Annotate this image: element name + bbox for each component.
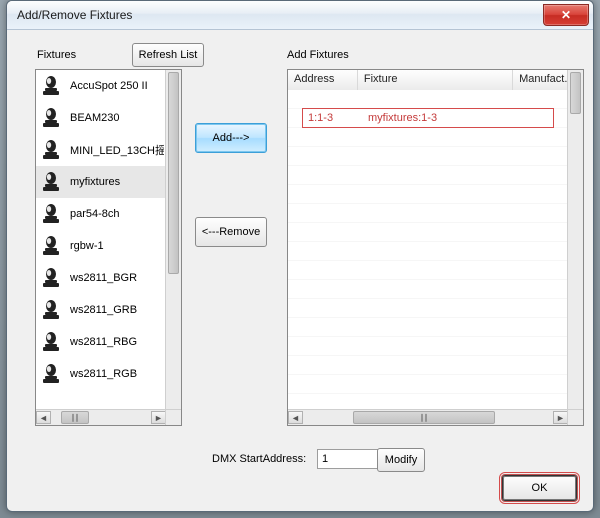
ok-button[interactable]: OK: [502, 475, 577, 501]
list-item[interactable]: ws2811_GRB: [36, 294, 166, 326]
window-title: Add/Remove Fixtures: [17, 8, 543, 22]
list-item-label: ws2811_BGR: [70, 272, 137, 284]
list-item[interactable]: par54-8ch: [36, 198, 166, 230]
list-item-label: AccuSpot 250 II: [70, 80, 148, 92]
dialog-add-remove-fixtures: Add/Remove Fixtures ✕ Fixtures Refresh L…: [6, 0, 594, 512]
fixtures-listbox[interactable]: AccuSpot 250 II BEAM230 MINI_LED_13CH摇头myf…: [35, 69, 182, 426]
scrollbar-thumb[interactable]: [168, 72, 179, 274]
list-item-label: ws2811_RGB: [70, 368, 137, 380]
list-item-label: rgbw-1: [70, 240, 104, 252]
list-item-label: ws2811_GRB: [70, 304, 137, 316]
list-item-label: myfixtures: [70, 176, 120, 188]
scrollbar-thumb[interactable]: ∥∥: [353, 411, 495, 424]
list-item[interactable]: AccuSpot 250 II: [36, 70, 166, 102]
scrollbar-thumb[interactable]: [570, 72, 581, 114]
close-icon: ✕: [561, 8, 571, 22]
table-row[interactable]: 1:1-3myfixtures:1-3: [302, 108, 554, 128]
scroll-right-icon[interactable]: ►: [151, 411, 166, 424]
add-fixtures-label: Add Fixtures: [287, 49, 349, 61]
list-item-label: MINI_LED_13CH摇头: [70, 142, 164, 158]
close-button[interactable]: ✕: [543, 4, 589, 26]
list-item[interactable]: rgbw-1: [36, 230, 166, 262]
scrollbar-thumb[interactable]: ∥∥: [61, 411, 89, 424]
list-item[interactable]: ws2811_RBG: [36, 326, 166, 358]
fixture-icon: [39, 74, 63, 98]
titlebar: Add/Remove Fixtures ✕: [7, 1, 593, 30]
scroll-corner: [567, 409, 583, 425]
fixture-icon: [39, 138, 63, 162]
fixture-icon: [38, 361, 64, 387]
list-item[interactable]: ws2811_RGB: [36, 358, 166, 390]
scroll-right-icon[interactable]: ►: [553, 411, 568, 424]
grid-horizontal-scrollbar[interactable]: ◄ ∥∥ ►: [288, 409, 568, 425]
column-header[interactable]: Address: [288, 70, 358, 90]
table-cell: myfixtures:1-3: [362, 112, 494, 124]
table-cell: 1:1-3: [302, 112, 362, 124]
fixture-icon: [38, 105, 64, 131]
grid-vertical-scrollbar[interactable]: [567, 70, 583, 410]
fixture-icon: [39, 234, 63, 258]
remove-button[interactable]: <---Remove: [195, 217, 267, 247]
list-item[interactable]: ws2811_BGR: [36, 262, 166, 294]
fixture-icon: [38, 73, 64, 99]
add-button[interactable]: Add--->: [195, 123, 267, 153]
fixtures-label: Fixtures: [37, 49, 76, 61]
fixture-icon: [38, 137, 64, 163]
list-item[interactable]: myfixtures: [36, 166, 166, 198]
fixture-icon: [38, 201, 64, 227]
refresh-list-button[interactable]: Refresh List: [132, 43, 204, 67]
fixture-icon: [39, 202, 63, 226]
fixture-icon: [38, 329, 64, 355]
list-item[interactable]: BEAM230: [36, 102, 166, 134]
scroll-left-icon[interactable]: ◄: [36, 411, 51, 424]
add-fixtures-grid[interactable]: AddressFixtureManufact... 1:1-3myfixture…: [287, 69, 584, 426]
grid-header: AddressFixtureManufact...: [288, 70, 583, 91]
fixture-icon: [38, 265, 64, 291]
fixture-icon: [38, 233, 64, 259]
fixture-icon: [38, 297, 64, 323]
list-item-label: BEAM230: [70, 112, 120, 124]
list-item-label: ws2811_RBG: [70, 336, 137, 348]
fixture-icon: [39, 266, 63, 290]
fixture-icon: [39, 106, 63, 130]
modify-button[interactable]: Modify: [377, 448, 425, 472]
dmx-start-address-label: DMX StartAddress:: [212, 453, 306, 465]
list-item-label: par54-8ch: [70, 208, 120, 220]
fixture-icon: [39, 362, 63, 386]
scroll-corner: [165, 409, 181, 425]
fixture-icon: [39, 298, 63, 322]
fixture-icon: [39, 330, 63, 354]
column-header[interactable]: Fixture: [358, 70, 513, 90]
fixtures-horizontal-scrollbar[interactable]: ◄ ∥∥ ►: [36, 409, 166, 425]
fixture-icon: [39, 170, 63, 194]
fixtures-vertical-scrollbar[interactable]: [165, 70, 181, 410]
dmx-start-address-input[interactable]: [317, 449, 379, 469]
fixture-icon: [38, 169, 64, 195]
scroll-left-icon[interactable]: ◄: [288, 411, 303, 424]
list-item[interactable]: MINI_LED_13CH摇头: [36, 134, 166, 166]
bottom-bar: DMX StartAddress: Modify OK: [7, 445, 593, 505]
